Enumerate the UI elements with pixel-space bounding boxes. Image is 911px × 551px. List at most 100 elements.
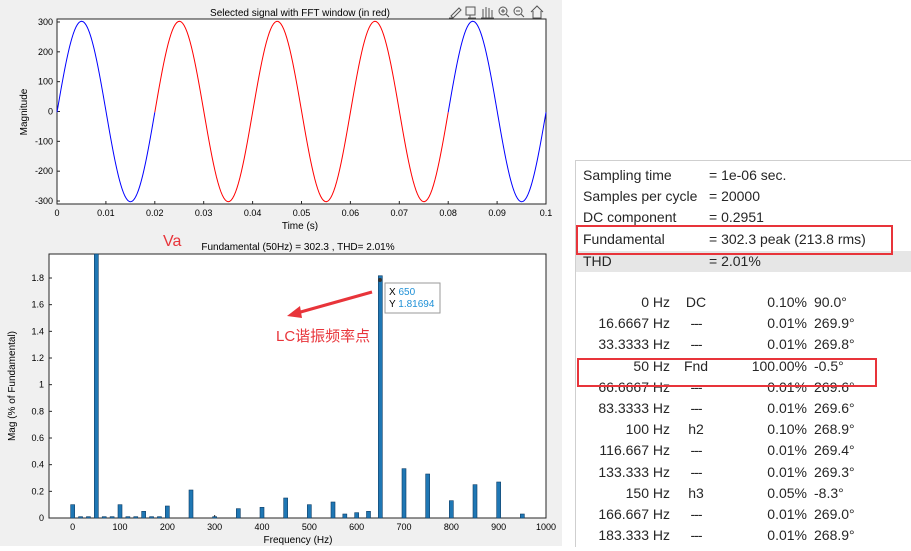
bottom-xtick-label: 900	[491, 522, 506, 532]
va-annotation: Va	[163, 233, 181, 250]
bottom-xtick-label: 800	[444, 522, 459, 532]
harmonic-row: 100 Hz h2 0.10% 268.9°	[576, 419, 911, 440]
bottom-ytick-label: 1.2	[31, 353, 44, 363]
datatip-x-value: 650	[398, 287, 415, 298]
bottom-xtick-label: 500	[302, 522, 317, 532]
harmonic-magnitude: 0.01%	[767, 315, 807, 332]
harmonic-bar	[520, 513, 525, 519]
figure-panel: Selected signal with FFT window (in red)…	[0, 0, 562, 546]
top-xtick-label: 0	[54, 208, 59, 218]
samples-per-cycle-value: = 20000	[709, 188, 760, 204]
top-xtick-label: 0.06	[342, 208, 360, 218]
harmonic-phase: 269.3°	[814, 463, 855, 480]
harmonic-phase: 269.0°	[814, 506, 855, 522]
harmonic-magnitude: 0.01%	[767, 336, 807, 353]
harmonic-bar	[141, 511, 146, 519]
top-ytick-label: 100	[38, 77, 53, 87]
harmonic-frequency: 100 Hz	[625, 421, 670, 438]
top-xtick-label: 0.05	[293, 208, 311, 218]
brush-icon[interactable]	[449, 7, 462, 19]
bottom-xtick-label: 1000	[536, 522, 556, 532]
datatip[interactable]: X 650 Y 1.81694	[378, 278, 441, 314]
harmonic-frequency: 166.667 Hz	[598, 506, 670, 522]
top-ytick-label: -200	[35, 166, 53, 176]
top-ytick-label: -100	[35, 136, 53, 146]
bottom-ytick-label: 0	[39, 513, 44, 523]
harmonic-magnitude: 0.01%	[767, 527, 807, 544]
harmonic-type: ---	[690, 400, 703, 416]
harmonic-phase: 268.9°	[814, 527, 855, 544]
harmonic-bar	[78, 516, 83, 519]
bottom-xtick-label: 200	[160, 522, 175, 532]
harmonic-row: 183.333 Hz --- 0.01% 268.9°	[576, 525, 911, 546]
bottom-axes-box[interactable]	[48, 253, 547, 519]
harmonic-frequency: 133.333 Hz	[598, 463, 670, 480]
harmonic-phase: -8.3°	[814, 484, 844, 501]
top-xtick-label: 0.01	[97, 208, 115, 218]
harmonic-bar	[259, 507, 265, 519]
datatip-icon[interactable]	[465, 6, 476, 19]
harmonic-bar	[125, 516, 131, 519]
bottom-ytick-label: 1.4	[31, 326, 44, 336]
harmonic-bar	[401, 468, 407, 519]
axes-toolbar	[449, 5, 544, 19]
harmonic-frequency: 116.667 Hz	[599, 442, 670, 459]
bottom-xtick-label: 700	[396, 522, 411, 532]
top-xtick-label: 0.04	[244, 208, 262, 218]
harmonic-bar	[165, 505, 170, 519]
top-xtick-label: 0.07	[391, 208, 409, 218]
harmonic-bar	[188, 489, 194, 519]
harmonic-bar	[70, 504, 75, 519]
harmonic-type: ---	[690, 442, 703, 459]
sampling-time-label: Sampling time	[583, 167, 672, 183]
harmonic-type: ---	[690, 336, 703, 353]
harmonic-phase: 269.4°	[814, 442, 855, 459]
bottom-ytick-label: 0.4	[31, 460, 44, 470]
fft-results-panel: Sampling time = 1e-06 sec. Samples per c…	[575, 160, 911, 547]
harmonic-row: 133.333 Hz --- 0.01% 269.3°	[576, 462, 911, 483]
top-xtick-label: 0.03	[195, 208, 213, 218]
home-icon[interactable]	[530, 5, 544, 19]
harmonic-magnitude: 0.10%	[767, 421, 807, 438]
bottom-ytick-label: 0.6	[31, 433, 44, 443]
bottom-xtick-label: 300	[207, 522, 222, 532]
svg-text:X 650: X 650	[389, 287, 416, 298]
harmonic-bar	[283, 497, 288, 519]
top-ytick-label: -300	[35, 196, 53, 206]
bottom-xtick-label: 100	[112, 522, 127, 532]
harmonic-bar	[366, 511, 371, 519]
harmonic-frequency: 183.333 Hz	[598, 527, 670, 544]
harmonic-bar	[157, 516, 162, 519]
lc-resonance-annotation: LC谐振频率点	[276, 328, 370, 345]
bottom-ytick-label: 1	[39, 380, 44, 390]
datatip-x-label: X	[389, 287, 396, 298]
harmonic-bar	[101, 516, 107, 519]
fnd-row-highlight	[577, 358, 877, 387]
harmonic-type: ---	[690, 527, 703, 544]
figure-canvas: Selected signal with FFT window (in red)…	[7, 5, 556, 546]
bottom-plot-xlabel: Frequency (Hz)	[264, 535, 333, 546]
svg-text:Y 1.81694: Y 1.81694	[389, 299, 435, 310]
bottom-ytick-label: 0.2	[31, 486, 44, 496]
harmonic-bar	[472, 484, 478, 519]
harmonic-phase: 268.9°	[814, 421, 855, 438]
harmonic-type: ---	[690, 315, 703, 332]
datatip-marker	[378, 278, 382, 282]
zoom-out-icon[interactable]	[513, 6, 525, 18]
harmonic-frequency: 16.6667 Hz	[598, 315, 670, 332]
harmonic-bar	[496, 481, 501, 519]
pan-icon[interactable]	[481, 7, 494, 19]
harmonic-frequency: 83.3333 Hz	[598, 400, 670, 416]
harmonic-bar	[86, 516, 91, 519]
harmonic-type: h2	[688, 421, 704, 438]
datatip-y-value: 1.81694	[398, 299, 435, 310]
top-xtick-label: 0.09	[488, 208, 506, 218]
top-ytick-label: 300	[38, 17, 53, 27]
zoom-in-icon[interactable]	[498, 6, 510, 18]
bottom-plot-ylabel: Mag (% of Fundamental)	[7, 331, 18, 441]
harmonic-row: 166.667 Hz --- 0.01% 269.0°	[576, 504, 911, 525]
harmonic-bar	[117, 504, 123, 519]
harmonic-row: 16.6667 Hz --- 0.01% 269.9°	[576, 313, 911, 334]
harmonic-magnitude: 0.01%	[767, 506, 807, 522]
harmonic-magnitude: 0.01%	[767, 463, 807, 480]
